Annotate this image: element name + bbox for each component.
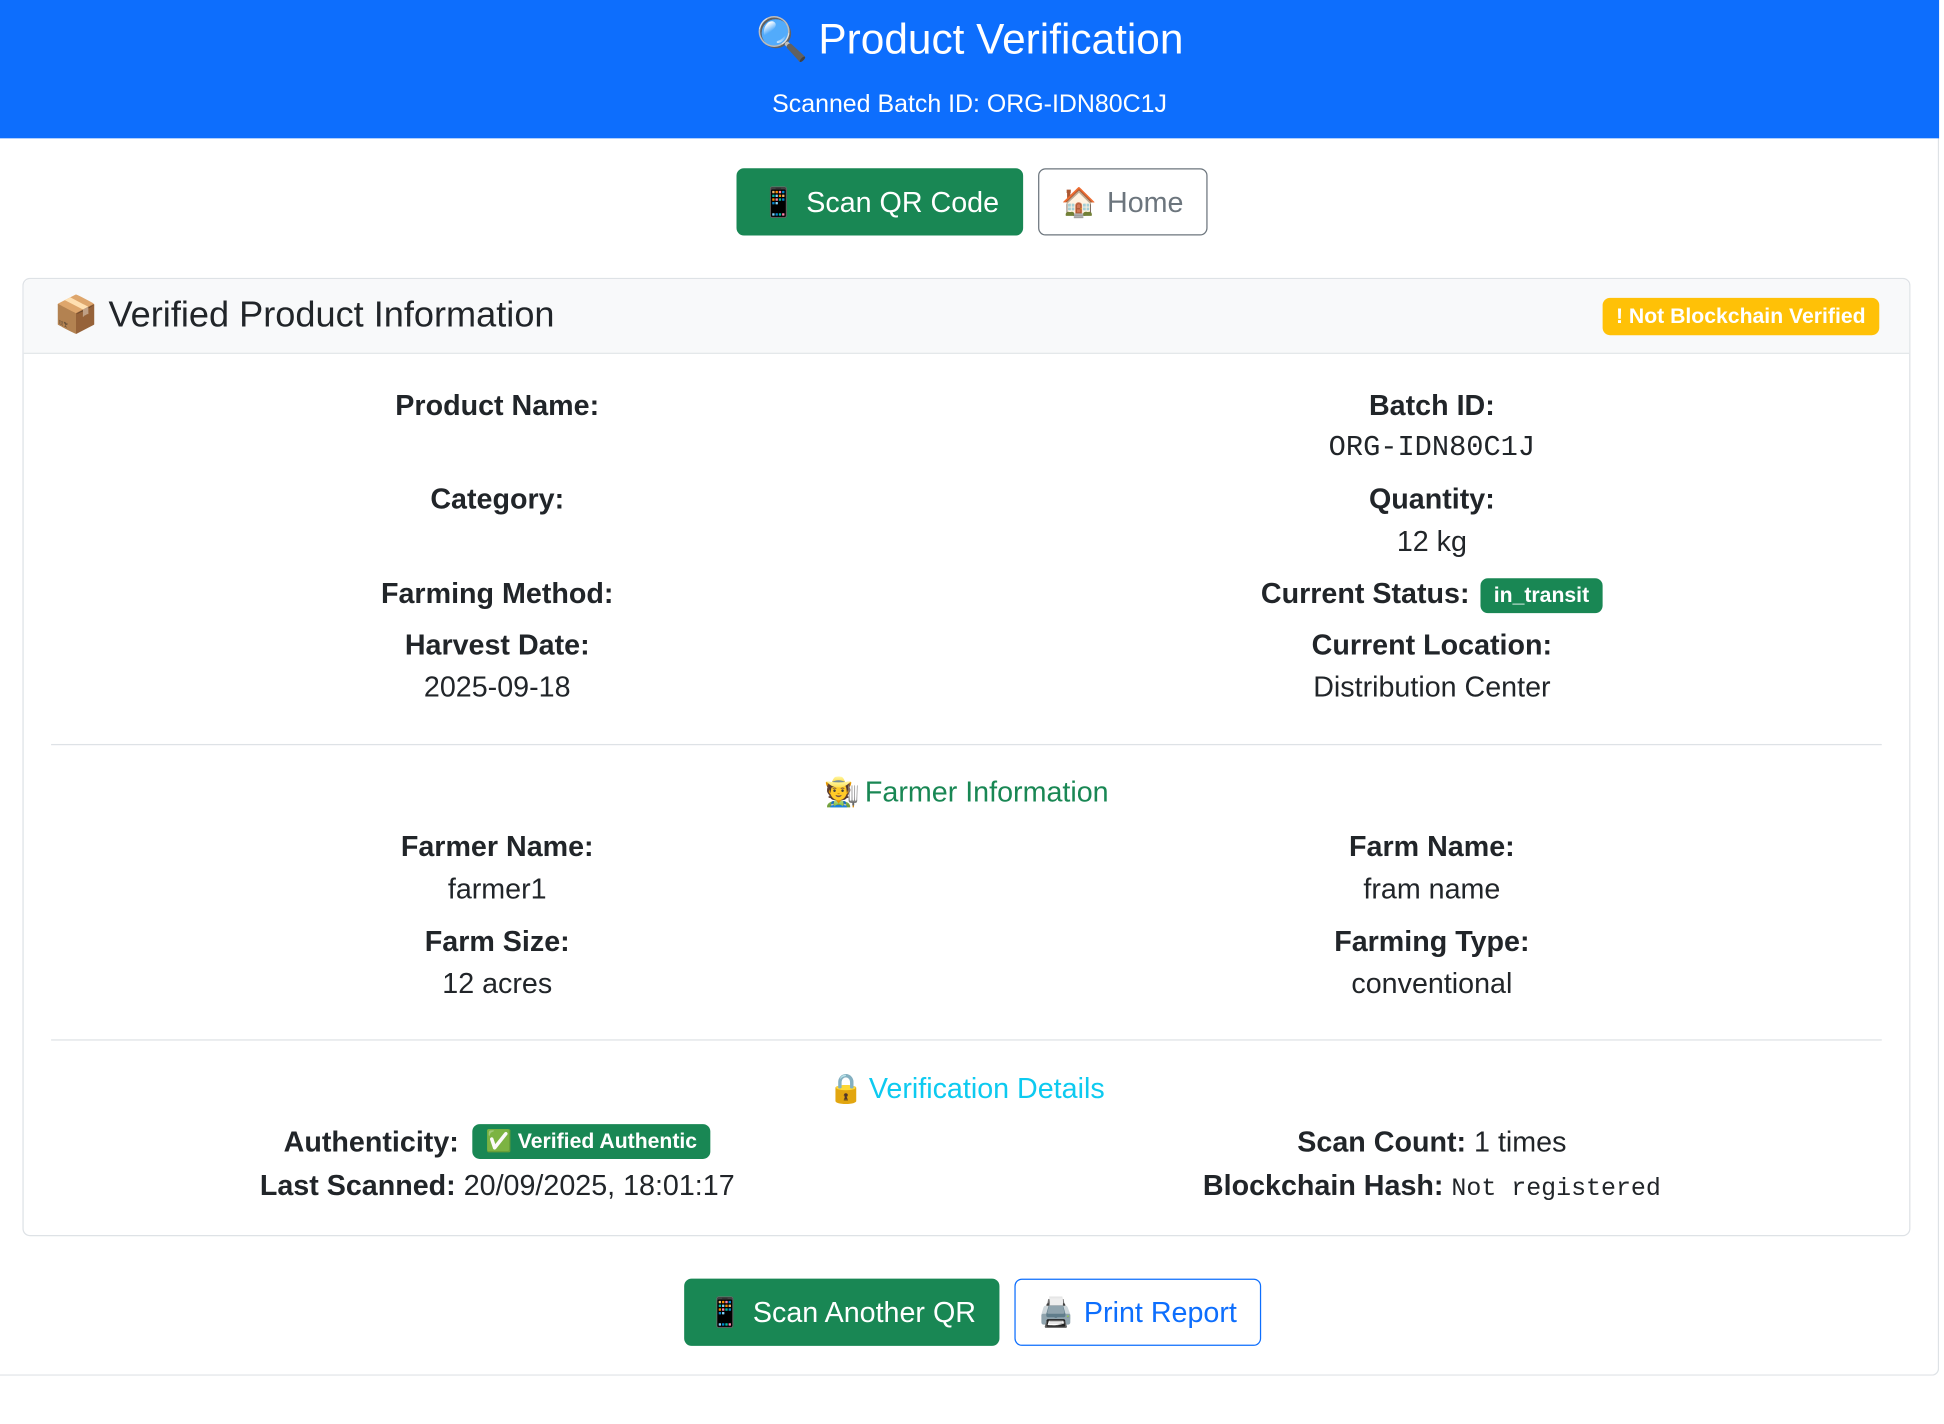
magnifier-icon: 🔍 <box>755 16 809 64</box>
top-actions: 📱 Scan QR Code 🏠 Home <box>0 168 1944 236</box>
print-report-label: Print Report <box>1083 1296 1237 1329</box>
phone-icon: 📱 <box>707 1296 743 1329</box>
scan-count-value: 1 times <box>1474 1125 1567 1158</box>
page-header: 🔍 Product Verification Scanned Batch ID: … <box>0 0 1940 139</box>
home-label: Home <box>1107 185 1184 219</box>
scan-qr-button[interactable]: 📱 Scan QR Code <box>736 168 1023 236</box>
verification-left-column: Authenticity: ✅ Verified Authentic Last … <box>61 279 933 1226</box>
printer-icon: 🖨️ <box>1038 1296 1074 1329</box>
scan-count-label: Scan Count: <box>1297 1125 1467 1158</box>
scanned-batch-subtitle: Scanned Batch ID: ORG-IDN80C1J <box>772 90 1167 119</box>
authenticity-row: Authenticity: ✅ Verified Authentic <box>61 1123 933 1162</box>
scan-qr-label: Scan QR Code <box>806 185 1000 219</box>
print-report-button[interactable]: 🖨️ Print Report <box>1014 1278 1261 1346</box>
product-info-card: 📦 Verified Product Information ! Not Bloc… <box>22 277 1911 1237</box>
page: 🔍 Product Verification Scanned Batch ID: … <box>0 0 1944 1424</box>
scan-another-qr-label: Scan Another QR <box>752 1296 976 1329</box>
blockchain-hash-row: Blockchain Hash: Not registered <box>996 1166 1868 1208</box>
scan-count-row: Scan Count: 1 times <box>996 1123 1868 1160</box>
house-icon: 🏠 <box>1061 185 1098 219</box>
bottom-actions: 📱 Scan Another QR 🖨️ Print Report <box>0 1278 1944 1346</box>
authenticity-label: Authenticity: <box>283 1125 459 1158</box>
last-scanned-label: Last Scanned: <box>259 1168 456 1202</box>
page-title: 🔍 Product Verification <box>0 15 1939 65</box>
page-title-text: Product Verification <box>818 16 1184 64</box>
last-scanned-value: 20/09/2025, 18:01:17 <box>463 1168 735 1202</box>
blockchain-hash-value: Not registered <box>1451 1175 1661 1204</box>
verification-right-column: Scan Count: 1 times Blockchain Hash: Not… <box>996 279 1868 1226</box>
last-scanned-row: Last Scanned: 20/09/2025, 18:01:17 <box>61 1166 933 1203</box>
home-button[interactable]: 🏠 Home <box>1037 168 1208 236</box>
phone-icon: 📱 <box>760 185 797 219</box>
authenticity-badge: ✅ Verified Authentic <box>471 1123 711 1159</box>
blockchain-hash-label: Blockchain Hash: <box>1202 1168 1444 1202</box>
scan-another-qr-button[interactable]: 📱 Scan Another QR <box>683 1278 1000 1346</box>
